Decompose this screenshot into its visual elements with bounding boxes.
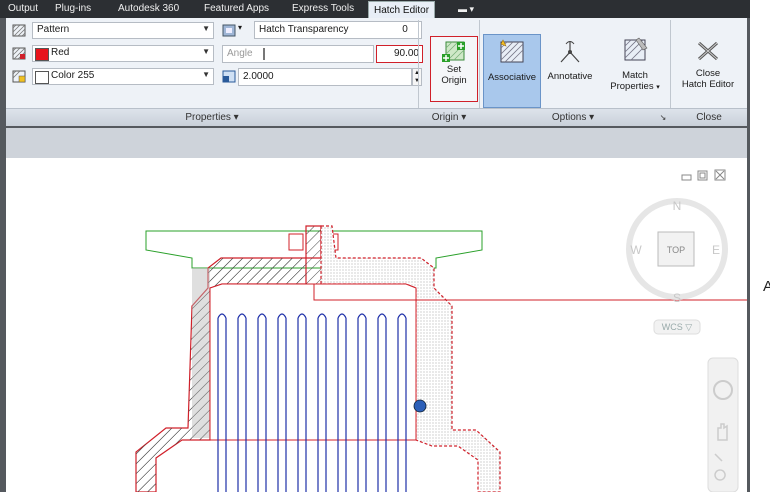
close-hatch-editor-button[interactable]: Close Hatch Editor [674,32,742,104]
set-origin-button[interactable]: Set Origin [430,36,478,102]
chevron-down-icon: ▼ [202,24,210,33]
drawing-svg: TOP N S E W WCS ▽ [135,169,747,492]
close-panel-title: Close [696,112,722,123]
angle-value: 90.00 [393,48,419,59]
angle-label: Angle [227,48,253,59]
scale-value: 2.0000 [243,71,274,82]
white-swatch [35,71,49,84]
angle-slider-thumb[interactable] [263,48,265,60]
properties-panel-title[interactable]: Properties ▾ [6,109,418,126]
hatch-color-dropdown[interactable]: Red ▼ [12,45,214,62]
transparency-dropdown-icon[interactable]: ▾ [238,23,242,32]
chevron-down-icon: ▼ [202,70,210,79]
tab-autodesk-360[interactable]: Autodesk 360 [118,0,179,18]
match-properties-label-2: Properties [610,81,654,92]
chevron-down-icon: ▼ [202,47,210,56]
associative-icon [500,39,524,63]
match-properties-label-1: Match [622,70,648,81]
tab-plug-ins[interactable]: Plug-ins [55,0,91,18]
set-origin-icon [442,41,465,62]
compass-west[interactable]: W [630,243,642,257]
panel-title-bar: Properties ▾ Origin ▾ Options ▾ ↘ Close [6,108,747,126]
hatch-color-value: Red [51,47,70,58]
angle-slider[interactable]: Angle [222,45,374,63]
close-label-1: Close [695,68,721,79]
bolt-left [288,233,304,251]
hatch-color-icon [12,47,26,60]
viewcube-top-label[interactable]: TOP [667,245,685,255]
callout-label: A [763,278,770,295]
tab-hatch-editor[interactable]: Hatch Editor [368,1,436,19]
set-origin-label-2: Origin [441,75,467,86]
match-properties-button[interactable]: Match Properties ▾ [604,32,666,104]
ribbon-bottom-strip [6,128,747,158]
grip-point [413,399,427,413]
associative-label: Associative [487,72,537,83]
viewport-window-controls [681,169,726,181]
tab-express-tools[interactable]: Express Tools [292,0,354,18]
compass-east[interactable]: E [712,243,720,257]
pattern-icon [12,24,26,37]
compass-south[interactable]: S [673,291,681,305]
annotative-button[interactable]: Annotative [543,34,597,106]
background-color-value: Color 255 [51,70,95,81]
wcs-label[interactable]: WCS ▽ [662,322,692,332]
scale-spinner[interactable]: ▲ ▼ [412,68,422,86]
transparency-field[interactable]: Hatch Transparency 0 [254,21,422,39]
chevron-down-icon[interactable]: ▾ [656,84,660,91]
close-icon [698,41,718,61]
transparency-label: Hatch Transparency [259,24,349,35]
origin-panel-title[interactable]: Origin ▾ [419,109,479,126]
inner-cavity [209,283,417,441]
tab-output[interactable]: Output [8,0,38,18]
associative-button[interactable]: Associative [483,34,541,108]
ribbon-tab-bar: Output Plug-ins Autodesk 360 Featured Ap… [0,0,750,19]
set-origin-label-1: Set [446,64,462,75]
left-body-shade [192,268,210,438]
angle-value-field[interactable]: 90.00 [376,45,423,63]
compass-north[interactable]: N [673,199,682,213]
scale-icon [222,70,236,83]
application-frame: Output Plug-ins Autodesk 360 Featured Ap… [0,0,750,492]
red-swatch [35,48,49,61]
match-properties-icon [624,37,648,61]
tab-overflow-icon[interactable]: ▬ ▾ [458,0,474,18]
options-panel-title[interactable]: Options ▾ [480,109,666,126]
scale-field[interactable]: 2.0000 [238,68,412,86]
tab-featured-apps[interactable]: Featured Apps [204,0,269,18]
background-color-icon [12,70,26,83]
pattern-value: Pattern [37,24,70,35]
close-label-2: Hatch Editor [681,79,735,90]
transparency-icon [222,24,236,37]
drawing-canvas[interactable]: TOP N S E W WCS ▽ [6,158,747,492]
options-dialog-launcher-icon[interactable]: ↘ [656,109,670,126]
annotative-label: Annotative [547,71,593,82]
transparency-value: 0 [402,24,408,35]
pattern-dropdown[interactable]: Pattern ▼ [12,22,214,39]
background-color-dropdown[interactable]: Color 255 ▼ [12,68,214,85]
annotative-icon [560,41,580,63]
